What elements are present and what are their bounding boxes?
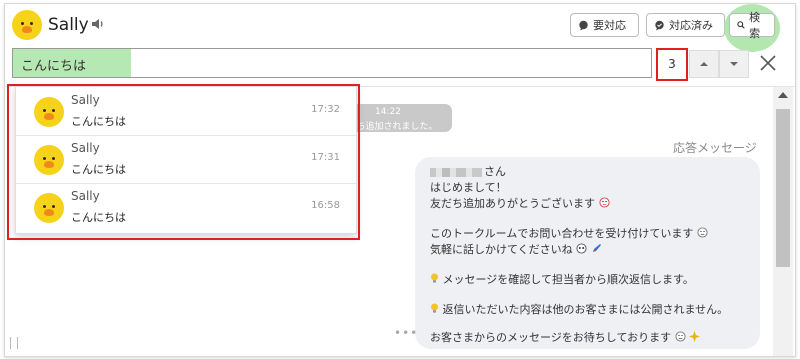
speaker-icon[interactable] [91, 17, 105, 31]
close-icon[interactable] [757, 52, 779, 74]
smile-emoji-icon [675, 331, 686, 342]
previous-result-button[interactable] [689, 50, 719, 78]
annotation-highlight-box [7, 84, 360, 240]
bubble-line: 友だち追加ありがとうございます [430, 195, 610, 211]
done-button-label: 対応済み [669, 19, 713, 32]
wink-emoji-icon [598, 197, 610, 208]
chevron-up-icon [700, 62, 708, 66]
search-result-count: 3 [656, 48, 688, 81]
chevron-down-icon [730, 62, 738, 66]
smile-emoji-icon [697, 227, 708, 238]
bubble-line: 気軽に話しかけてくださいね [430, 241, 603, 257]
blurred-username [430, 167, 482, 177]
todo-button[interactable]: 要対応 [570, 13, 639, 37]
rocket-emoji-icon [592, 244, 601, 252]
speech-bubble-icon [579, 20, 588, 30]
chat-scrollbar[interactable] [773, 87, 793, 356]
chat-header: Sally 要対応 対応済み 検索 [5, 4, 795, 52]
search-icon [737, 21, 745, 29]
chat-check-icon [655, 20, 664, 30]
more-options-icon[interactable]: ••• [394, 326, 418, 340]
search-input-value: こんにちは [21, 59, 87, 74]
lightbulb-icon [431, 303, 438, 313]
auto-reply-bubble: さん はじめまして！ 友だち追加ありがとうございます このトークルームでお問い合… [415, 157, 760, 349]
sparkle-emoji-icon [689, 331, 701, 342]
scroll-up-arrow-icon[interactable] [778, 92, 788, 98]
resize-handle[interactable] [10, 337, 18, 349]
bubble-line: メッセージを確認して担当者から順次返信します。 [430, 271, 694, 287]
done-button[interactable]: 対応済み [646, 13, 725, 37]
bubble-line-greeting: さん [430, 163, 506, 179]
bubble-line: このトークルームでお問い合わせを受け付けています [430, 225, 708, 241]
bubble-line: お客さまからのメッセージをお待ちしております [430, 329, 701, 345]
next-result-button[interactable] [719, 50, 749, 78]
scrollbar-thumb[interactable] [776, 109, 790, 267]
contact-avatar[interactable] [12, 10, 42, 40]
sender-label: 応答メッセージ [673, 141, 757, 155]
contact-name: Sally [48, 15, 89, 35]
lightbulb-icon [431, 273, 438, 283]
search-button[interactable]: 検索 [729, 11, 775, 40]
search-button-label: 検索 [749, 11, 761, 40]
message-search-input[interactable]: こんにちは [12, 48, 652, 78]
face-emoji-icon [576, 243, 587, 254]
chat-window: Sally 要対応 対応済み 検索 こんにちは 3 14:22 友だち追加されま… [4, 3, 796, 357]
bubble-line: はじめまして！ [430, 181, 507, 194]
bubble-line: 返信いただいた内容は他のお客さまには公開されません。 [430, 301, 728, 317]
todo-button-label: 要対応 [593, 19, 626, 32]
